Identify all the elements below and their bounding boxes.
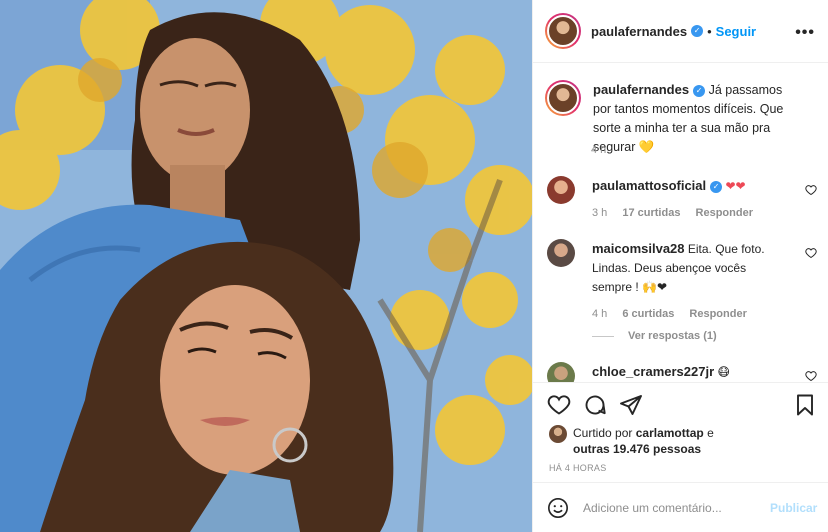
caption-avatar-ring[interactable] [545,80,581,116]
author-avatar[interactable] [547,15,579,47]
action-bar [547,393,817,419]
comment-body: paulamattosoficial ✓ ❤❤ 3 h 17 curtidas R… [592,176,782,223]
photo-illustration [0,0,532,532]
post-photo[interactable] [0,0,532,532]
author-username[interactable]: paulafernandes [591,24,687,39]
publish-button[interactable]: Publicar [770,501,817,515]
caption-avatar[interactable] [547,82,579,114]
header-separator: • [707,23,712,39]
post-time-ago[interactable]: HÁ 4 HORAS [549,463,607,473]
verified-icon: ✓ [691,25,704,37]
comment-item: chloe_cramers227jr 😷allowance [547,362,817,382]
comment-username[interactable]: chloe_cramers227jr [592,364,714,379]
comment-item: paulamattosoficial ✓ ❤❤ 3 h 17 curtidas R… [547,176,817,223]
comment-likes[interactable]: 17 curtidas [622,207,680,219]
post-caption: paulafernandes ✓ Já passamos por tantos m… [545,80,803,157]
comments-list[interactable]: paulafernandes ✓ Já passamos por tantos m… [533,64,828,382]
author-avatar-ring[interactable] [545,13,581,49]
post-header: paulafernandes ✓ • Seguir ••• [533,0,828,63]
comment-item: maicomsilva28 Eita. Que foto. Lindas. De… [547,239,817,324]
comment-meta: 4 h 6 curtidas Responder [592,305,782,324]
comment-avatar[interactable] [547,176,575,204]
comment-body: maicomsilva28 Eita. Que foto. Lindas. De… [592,239,782,324]
liked-by-conj: e [707,426,714,440]
comment-reply-button[interactable]: Responder [689,308,746,320]
comment-body: chloe_cramers227jr 😷allowance [592,362,782,382]
view-replies-label: Ver respostas (1) [628,330,717,342]
post-side-panel: paulafernandes ✓ • Seguir ••• paulaferna… [532,0,828,532]
liked-by-others[interactable]: outras 19.476 pessoas [573,442,701,456]
follow-button[interactable]: Seguir [716,24,756,39]
comment-time[interactable]: 3 h [592,207,607,219]
add-comment-bar: Adicione um comentário... Publicar [533,482,828,532]
comment-avatar[interactable] [547,362,575,382]
comment-likes[interactable]: 6 curtidas [622,308,674,320]
comment-username[interactable]: paulamattosoficial [592,178,706,193]
liked-by-text: Curtido por carlamottap e outras 19.476 … [573,425,714,457]
liked-by: Curtido por carlamottap e outras 19.476 … [549,425,714,457]
caption-username[interactable]: paulafernandes [593,82,689,97]
comment-input[interactable]: Adicione um comentário... [583,501,758,515]
share-icon[interactable] [619,393,643,417]
more-options-icon[interactable]: ••• [795,24,815,42]
liked-by-prefix: Curtido por [573,426,633,440]
comment-avatar[interactable] [547,239,575,267]
comment-heart-icon[interactable] [805,184,817,196]
post-actions-area: Curtido por carlamottap e outras 19.476 … [533,382,828,482]
liker-avatar[interactable] [549,425,567,443]
comment-icon[interactable] [583,393,607,417]
comment-username[interactable]: maicomsilva28 [592,241,685,256]
heart-icon[interactable] [547,393,571,417]
caption-time: 4 h [591,144,607,156]
liked-by-user[interactable]: carlamottap [636,426,704,440]
replies-divider-line [592,335,614,337]
verified-icon: ✓ [710,180,723,193]
comment-reply-button[interactable]: Responder [696,207,753,219]
emoji-icon[interactable] [547,497,569,519]
comment-text: ❤❤ [725,179,746,193]
comment-heart-icon[interactable] [805,370,817,382]
verified-icon: ✓ [693,84,706,97]
caption-text-block: paulafernandes ✓ Já passamos por tantos m… [593,80,803,157]
comment-heart-icon[interactable] [805,247,817,259]
author-line: paulafernandes ✓ • Seguir [591,24,756,39]
view-replies-button[interactable]: Ver respostas (1) [592,330,717,342]
instagram-post-view: paulafernandes ✓ • Seguir ••• paulaferna… [0,0,828,532]
bookmark-icon[interactable] [793,393,817,417]
comment-time[interactable]: 4 h [592,308,607,320]
comment-meta: 3 h 17 curtidas Responder [592,204,782,223]
